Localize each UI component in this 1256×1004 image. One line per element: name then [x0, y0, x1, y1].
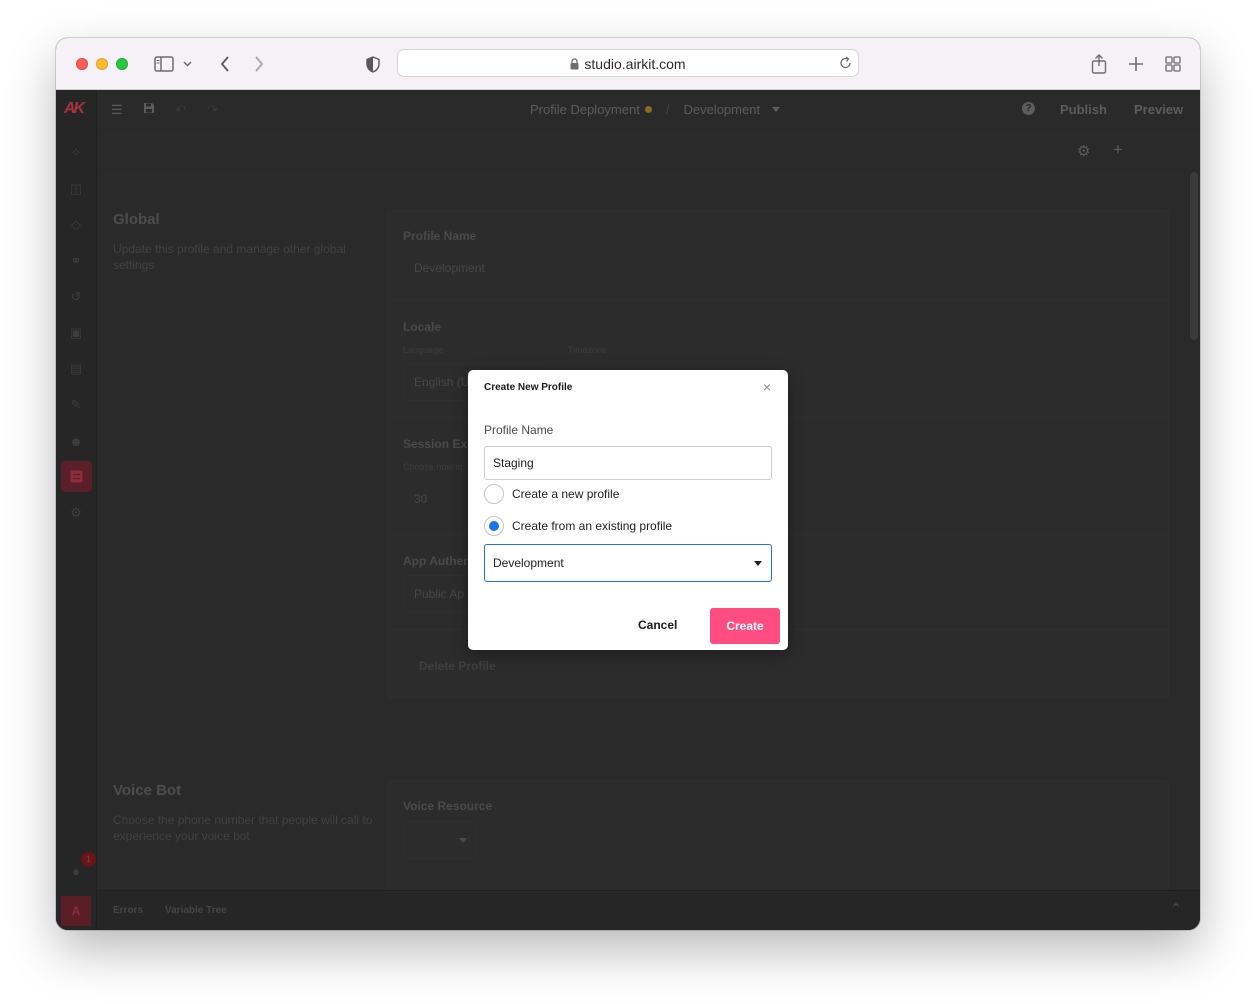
avatar[interactable]: A — [61, 896, 91, 926]
close-window-button[interactable] — [76, 58, 88, 70]
session-description: Choose how lo — [403, 462, 463, 472]
tag-icon[interactable]: ◇ — [67, 216, 85, 234]
app-header: ☰ ↶ ↷ Profile Deployment / Development ? P… — [97, 90, 1200, 130]
media-icon[interactable]: ▣ — [67, 324, 85, 342]
profile-selector[interactable]: Development — [683, 102, 760, 117]
flow-icon[interactable]: ↺ — [67, 288, 85, 306]
breadcrumb: Profile Deployment / Development — [530, 102, 780, 117]
radio-label: Create from an existing profile — [512, 519, 673, 533]
modal-title: Create New Profile — [484, 382, 573, 393]
undo-icon[interactable]: ↶ — [175, 102, 186, 118]
voice-bot-card: Voice Resource — [387, 780, 1169, 890]
shield-icon[interactable] — [361, 52, 385, 76]
publish-button[interactable]: Publish — [1060, 102, 1107, 117]
close-icon[interactable]: × — [760, 380, 774, 394]
new-tab-icon[interactable] — [1124, 52, 1148, 76]
source-profile-select[interactable]: Development — [484, 544, 772, 582]
radio-label: Create a new profile — [512, 487, 620, 501]
save-icon[interactable] — [143, 102, 155, 117]
sidebar-icon[interactable] — [152, 52, 176, 76]
redo-icon[interactable]: ↷ — [207, 102, 218, 118]
left-rail: AK ✧ ◫ ◇ ⚭ ↺ ▣ ▤ ✎ ☻ ⚙ ● 1 A — [56, 90, 97, 930]
create-profile-modal: Create New Profile × Profile Name Create… — [468, 370, 788, 650]
profile-name-label: Profile Name — [403, 229, 477, 243]
users-icon[interactable]: ☻ — [67, 432, 85, 450]
airkit-logo: AK — [64, 100, 85, 117]
global-title: Global — [113, 211, 160, 228]
chat-icon[interactable]: ◫ — [67, 180, 85, 198]
reload-icon[interactable] — [839, 56, 852, 75]
voice-bot-title: Voice Bot — [113, 782, 182, 799]
session-label: Session Ex — [403, 437, 468, 451]
database-icon[interactable]: ▤ — [67, 360, 85, 378]
gear-icon[interactable]: ⚙ — [67, 504, 85, 522]
minimize-window-button[interactable] — [96, 58, 108, 70]
scrollbar[interactable] — [1190, 172, 1198, 340]
help-icon[interactable]: ? — [1022, 102, 1035, 115]
variable-tree-tab[interactable]: Variable Tree — [165, 905, 227, 916]
lock-icon — [570, 57, 579, 73]
global-description: Update this profile and manage other glo… — [113, 242, 346, 272]
add-icon[interactable]: + — [1113, 140, 1123, 160]
create-button[interactable]: Create — [710, 608, 780, 644]
radio-button[interactable] — [484, 516, 504, 536]
auth-label: App Authen — [403, 554, 471, 568]
caret-down-icon — [459, 838, 467, 843]
connections-icon[interactable]: ⚭ — [67, 252, 85, 270]
url-text: studio.airkit.com — [584, 56, 686, 72]
browser-toolbar: studio.airkit.com — [56, 38, 1200, 90]
preview-button[interactable]: Preview — [1134, 102, 1183, 117]
locale-label: Locale — [403, 320, 442, 334]
language-label: Language — [403, 345, 444, 355]
notification-badge: 1 — [81, 852, 96, 867]
unsaved-dot — [644, 106, 652, 113]
forward-icon[interactable] — [247, 52, 271, 76]
address-bar[interactable]: studio.airkit.com — [397, 49, 859, 77]
menu-icon[interactable]: ☰ — [111, 102, 123, 118]
timezone-label: Timezone — [568, 345, 608, 355]
bottom-bar: Errors Variable Tree ⌃ — [97, 890, 1200, 930]
voice-bot-description: Choose the phone number that people will… — [113, 813, 373, 843]
profile-name-field[interactable]: Development — [403, 249, 548, 287]
pencil-icon[interactable]: ✎ — [67, 396, 85, 414]
zoom-window-button[interactable] — [116, 58, 128, 70]
app-background: AK ✧ ◫ ◇ ⚭ ↺ ▣ ▤ ✎ ☻ ⚙ ● 1 A ☰ ↶ ↷ Profi… — [56, 90, 1200, 930]
delete-profile-button[interactable]: Delete Profile — [419, 659, 496, 673]
tab-overview-icon[interactable] — [1161, 52, 1185, 76]
chevron-down-icon[interactable] — [180, 52, 194, 76]
gear-icon[interactable]: ⚙ — [1077, 142, 1090, 160]
share-nodes-icon[interactable]: ✧ — [67, 144, 85, 162]
errors-tab[interactable]: Errors — [113, 905, 143, 916]
share-icon[interactable] — [1087, 52, 1111, 76]
profile-name-label: Profile Name — [484, 423, 554, 437]
profile-name-input[interactable] — [484, 446, 772, 480]
back-icon[interactable] — [213, 52, 237, 76]
expand-icon[interactable]: ⌃ — [1171, 901, 1181, 915]
voice-resource-label: Voice Resource — [403, 799, 493, 813]
caret-down-icon[interactable] — [771, 107, 780, 112]
settings-panel-icon[interactable] — [61, 461, 92, 492]
app-name[interactable]: Profile Deployment — [530, 102, 640, 117]
radio-button[interactable] — [484, 484, 504, 504]
panel-toolbar: ⚙ + — [97, 130, 1189, 170]
browser-window: studio.airkit.com AK ✧ ◫ ◇ ⚭ ↺ ▣ ▤ ✎ ☻ ⚙… — [56, 38, 1200, 930]
voice-resource-select[interactable] — [403, 821, 476, 859]
cancel-button[interactable]: Cancel — [638, 618, 677, 632]
source-profile-value: Development — [493, 556, 564, 570]
caret-down-icon — [754, 561, 762, 566]
